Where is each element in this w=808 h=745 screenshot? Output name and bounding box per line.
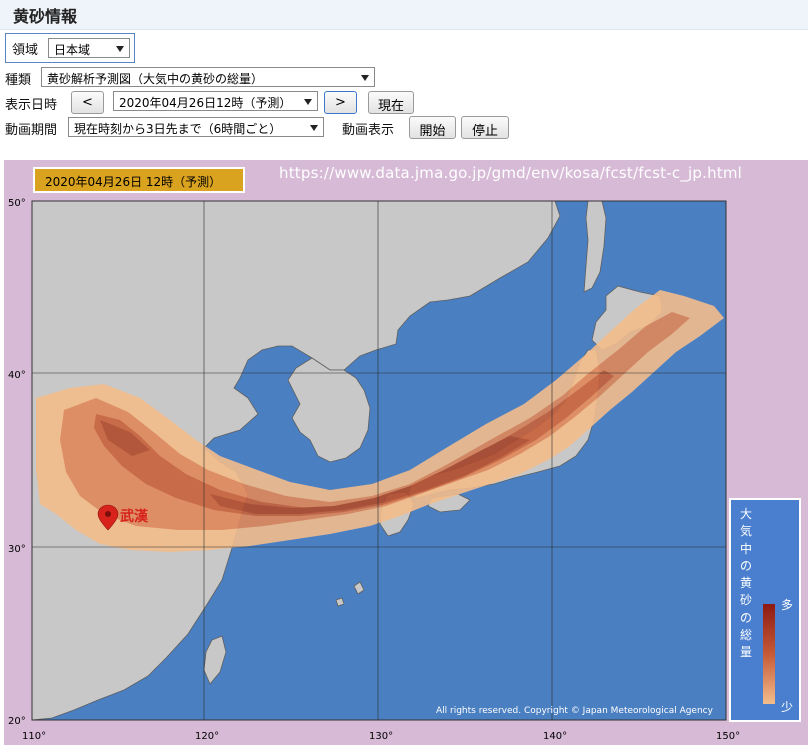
lon-label-140: 140°: [543, 731, 567, 742]
lon-label-110: 110°: [22, 731, 46, 742]
lat-label-30: 30°: [8, 544, 26, 555]
place-label-wuhan: 武漢: [120, 509, 148, 525]
legend-title: 大気中の黄砂の総量: [739, 507, 752, 660]
legend-color-bar: [763, 604, 775, 704]
lon-label-130: 130°: [369, 731, 393, 742]
lat-label-50: 50°: [8, 198, 26, 209]
lon-label-120: 120°: [195, 731, 219, 742]
lat-label-20: 20°: [8, 716, 26, 727]
date-badge: 2020年04月26日 12時（予測）: [33, 167, 245, 193]
date-badge-text: 2020年04月26日 12時（予測）: [45, 175, 222, 189]
legend-high-label: 多: [781, 598, 794, 612]
copyright-notice: All rights reserved. Copyright © Japan M…: [436, 706, 713, 716]
lat-label-40: 40°: [8, 370, 26, 381]
dust-forecast-map: 50° 40° 30° 20° 110° 120° 130° 140° 150°: [8, 198, 740, 742]
legend: 大気中の黄砂の総量 多 少: [729, 498, 801, 722]
legend-low-label: 少: [781, 700, 794, 714]
lon-label-150: 150°: [716, 731, 740, 742]
source-url: https://www.data.jma.go.jp/gmd/env/kosa/…: [279, 164, 743, 182]
